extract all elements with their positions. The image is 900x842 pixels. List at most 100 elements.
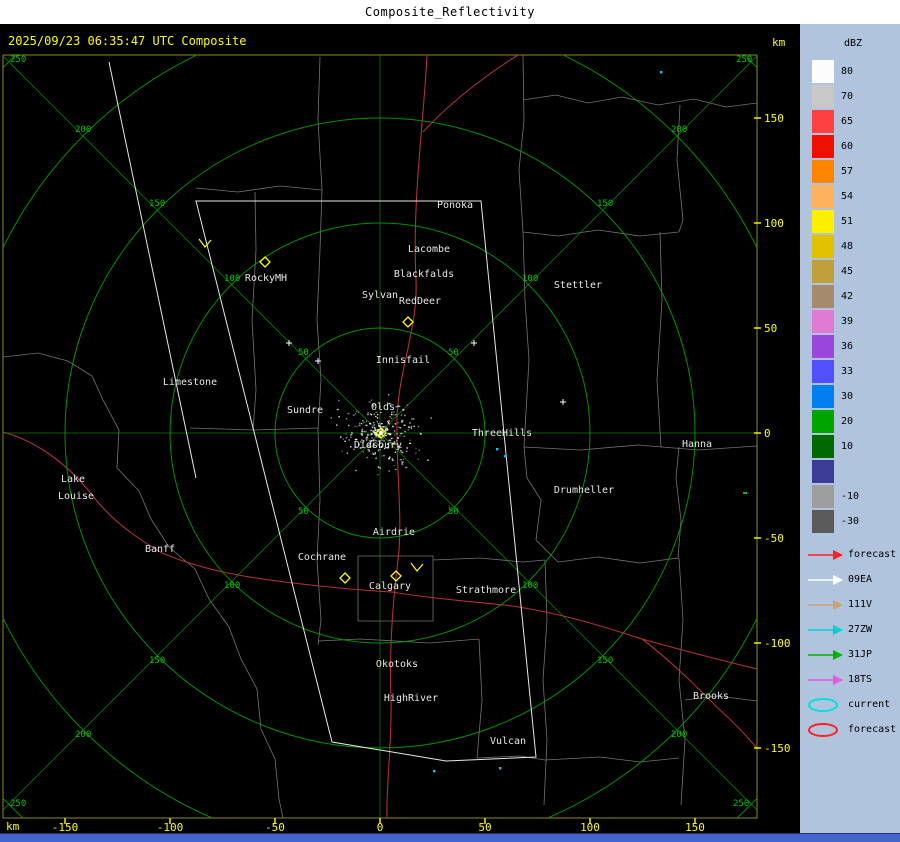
legend-label: 27ZW bbox=[848, 624, 873, 635]
colorbar-title: dBZ bbox=[844, 38, 863, 49]
speckle-dot bbox=[397, 422, 400, 424]
speckle-dot bbox=[380, 431, 382, 433]
speckle-dot bbox=[398, 405, 401, 408]
speckle-dot bbox=[392, 437, 394, 440]
speckle-dot bbox=[379, 467, 382, 469]
speckle-dot bbox=[330, 417, 332, 419]
speckle-dot bbox=[388, 457, 391, 460]
speckle-dot bbox=[370, 433, 373, 435]
colorbar-entry: -30 bbox=[800, 509, 900, 534]
colorbar-scale: 80 70 65 60 57 54 51 48 45 42 39 36 33 30 20 10 -10 -30 bbox=[800, 59, 900, 534]
speckle-dot bbox=[394, 468, 397, 471]
speckle-dot bbox=[401, 463, 404, 466]
speckle-dot bbox=[394, 434, 396, 436]
km-unit-top: km bbox=[772, 36, 786, 49]
speckle-dot bbox=[391, 458, 394, 460]
city-label-okotoks: Okotoks bbox=[376, 659, 418, 670]
speckle-dot bbox=[383, 454, 385, 457]
speckle-dot bbox=[348, 439, 350, 441]
speckle-dot bbox=[338, 416, 340, 418]
speckle-dot bbox=[359, 422, 361, 425]
colorbar-swatch bbox=[812, 460, 834, 483]
speckle-dot bbox=[406, 447, 408, 449]
speckle-dot bbox=[355, 410, 358, 413]
speckle-dot bbox=[367, 434, 369, 436]
speckle-dot bbox=[390, 417, 393, 420]
city-label-ponoka: Ponoka bbox=[437, 200, 473, 211]
city-label-sundre: Sundre bbox=[287, 405, 323, 416]
colorbar-entry: 80 bbox=[800, 59, 900, 84]
speckle-dot bbox=[340, 436, 342, 438]
speckle-dot bbox=[385, 427, 388, 430]
colorbar-panel: dBZ 80 70 65 60 57 54 51 48 45 42 39 36 33 30 20 10 -10 -… bbox=[800, 24, 900, 833]
speckle-dot bbox=[371, 452, 373, 454]
speckle-dot bbox=[386, 429, 388, 431]
colorbar-entry: 10 bbox=[800, 434, 900, 459]
ring-distance-label: 200 bbox=[671, 125, 687, 135]
speckle-dot bbox=[390, 413, 393, 416]
right-axis-label: 150 bbox=[764, 112, 784, 125]
speckle-dot bbox=[377, 474, 379, 476]
legend-item: 18TS bbox=[800, 667, 900, 692]
speckle-dot bbox=[402, 409, 405, 411]
colorbar-swatch bbox=[812, 435, 834, 458]
colorbar-swatch bbox=[812, 310, 834, 333]
speckle-dot bbox=[410, 426, 413, 428]
colorbar-entry: 39 bbox=[800, 309, 900, 334]
speckle-dot bbox=[380, 422, 383, 425]
ring-distance-label: 50 bbox=[298, 507, 309, 517]
colorbar-entry: 30 bbox=[800, 384, 900, 409]
colorbar-swatch bbox=[812, 235, 834, 258]
speckle-dot bbox=[354, 425, 356, 427]
colorbar-entry: 65 bbox=[800, 109, 900, 134]
legend-arrow-icon bbox=[808, 674, 843, 685]
ring-distance-label: 250 bbox=[736, 55, 752, 65]
colorbar-swatch bbox=[812, 110, 834, 133]
city-label-limestone: Limestone bbox=[163, 377, 217, 388]
legend-label: 31JP bbox=[848, 649, 873, 660]
speckle-dot bbox=[373, 413, 375, 416]
colorbar-swatch bbox=[812, 210, 834, 233]
colorbar-entry: 54 bbox=[800, 184, 900, 209]
colorbar-entry bbox=[800, 459, 900, 484]
speckle-dot bbox=[390, 433, 392, 435]
speckle-dot bbox=[400, 414, 403, 416]
speckle-dot bbox=[389, 456, 391, 458]
speckle-dot bbox=[384, 425, 387, 428]
ring-distance-label: 50 bbox=[448, 507, 459, 517]
colorbar-value: -30 bbox=[841, 516, 860, 527]
speckle-dot bbox=[369, 434, 372, 436]
speckle-dot bbox=[371, 437, 373, 439]
radar-map-canvas[interactable]: Ponoka Lacombe Blackfalds SylvanRedDeer Stet… bbox=[0, 0, 900, 841]
speckle-dot bbox=[401, 419, 404, 422]
speckle-dot bbox=[377, 466, 380, 468]
speckle-dot bbox=[389, 415, 392, 418]
speckle-dot bbox=[370, 414, 373, 416]
legend-label: 111V bbox=[848, 599, 873, 610]
colorbar-value: 36 bbox=[841, 341, 854, 352]
city-label-hanna: Hanna bbox=[682, 439, 712, 450]
speckle-dot bbox=[380, 432, 383, 434]
speckle-dot bbox=[345, 418, 348, 420]
speckle-dot bbox=[413, 425, 415, 428]
speckle-dot bbox=[377, 413, 379, 416]
speckle-dot bbox=[376, 417, 379, 419]
colorbar-value: 54 bbox=[841, 191, 854, 202]
colorbar-swatch bbox=[812, 60, 834, 83]
speckle-dot bbox=[397, 405, 399, 407]
speckle-dot bbox=[395, 432, 398, 435]
colorbar-swatch bbox=[812, 285, 834, 308]
speckle-dot bbox=[336, 424, 338, 426]
speckle-dot bbox=[371, 426, 374, 429]
cyan-dot-marker bbox=[496, 448, 499, 451]
speckle-dot bbox=[375, 457, 377, 459]
speckle-dot bbox=[391, 426, 394, 428]
right-axis-label: -150 bbox=[764, 742, 791, 755]
colorbar-entry: 48 bbox=[800, 234, 900, 259]
speckle-dot bbox=[360, 433, 363, 435]
colorbar-swatch bbox=[812, 360, 834, 383]
legend-item: 111V bbox=[800, 592, 900, 617]
speckle-dot bbox=[367, 412, 369, 414]
speckle-dot bbox=[362, 420, 364, 422]
speckle-dot bbox=[342, 438, 344, 440]
